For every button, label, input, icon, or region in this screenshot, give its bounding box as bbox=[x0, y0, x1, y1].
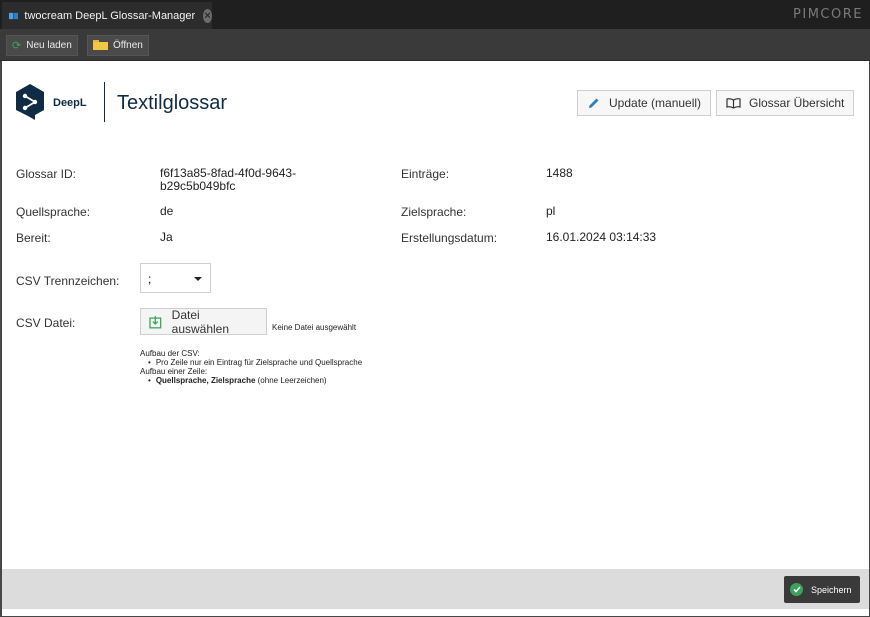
created-date-value: 16.01.2024 03:14:33 bbox=[546, 230, 657, 244]
ready-value: Ja bbox=[160, 230, 173, 244]
choose-file-label: Datei auswählen bbox=[171, 307, 230, 336]
source-language-label: Quellsprache: bbox=[16, 205, 91, 219]
pencil-icon bbox=[589, 98, 599, 108]
target-language-label: Zielsprache: bbox=[401, 205, 467, 219]
book-icon bbox=[9, 12, 19, 19]
upload-icon bbox=[149, 315, 162, 328]
glossary-overview-label: Glossar Übersicht bbox=[749, 96, 845, 110]
deepl-logo bbox=[16, 84, 44, 120]
csv-separator-select[interactable]: ; bbox=[140, 263, 211, 293]
deepl-wordmark: DeepL bbox=[53, 97, 87, 109]
toolbar: ⟳ Neu laden Öffnen bbox=[0, 29, 870, 61]
csv-help-item-2: Quellsprache, Zielsprache (ohne Leerzeic… bbox=[148, 376, 460, 385]
source-language-value: de bbox=[160, 204, 174, 218]
open-button[interactable]: Öffnen bbox=[87, 35, 149, 56]
save-button[interactable]: Speichern bbox=[784, 576, 860, 603]
content-frame bbox=[0, 61, 870, 617]
csv-help-text: Aufbau der CSV: Pro Zeile nur ein Eintra… bbox=[140, 349, 460, 385]
chevron-down-icon bbox=[194, 277, 202, 281]
glossary-id-value-line-2: b29c5b049bfc bbox=[160, 179, 236, 193]
csv-help-item-2-bold: Quellsprache, Zielsprache bbox=[155, 376, 256, 385]
folder-icon bbox=[93, 39, 108, 53]
created-date-label: Erstellungsdatum: bbox=[401, 231, 498, 245]
csv-row-help-list: Quellsprache, Zielsprache (ohne Leerzeic… bbox=[140, 376, 460, 385]
csv-help-subtitle: Aufbau einer Zeile: bbox=[140, 367, 208, 376]
refresh-icon: ⟳ bbox=[12, 40, 22, 52]
header-divider bbox=[104, 82, 105, 122]
csv-separator-value: ; bbox=[148, 272, 152, 286]
csv-help-item-1: Pro Zeile nur ein Eintrag für Zielsprach… bbox=[148, 358, 460, 367]
open-book-icon bbox=[726, 98, 741, 109]
reload-label: Neu laden bbox=[26, 40, 72, 51]
ready-label: Bereit: bbox=[16, 231, 51, 245]
save-label: Speichern bbox=[811, 584, 852, 595]
glossary-id-label: Glossar ID: bbox=[16, 167, 77, 181]
update-manual-button[interactable]: Update (manuell) bbox=[577, 90, 712, 116]
footer-bar bbox=[2, 569, 869, 609]
page-title: Textilglossar bbox=[117, 92, 228, 114]
check-icon bbox=[790, 583, 803, 596]
tab-bar: twocream DeepL Glossar-Manager × PIMCORE bbox=[0, 0, 870, 29]
csv-file-label: CSV Datei: bbox=[16, 316, 76, 330]
reload-button[interactable]: ⟳ Neu laden bbox=[6, 35, 78, 56]
no-file-selected-text: Keine Datei ausgewählt bbox=[272, 323, 357, 332]
tab-glossar-manager[interactable]: twocream DeepL Glossar-Manager × bbox=[2, 2, 212, 29]
target-language-value: pl bbox=[546, 204, 556, 218]
csv-help-item-2-rest: (ohne Leerzeichen) bbox=[255, 376, 327, 385]
open-label: Öffnen bbox=[113, 40, 143, 51]
glossary-overview-button[interactable]: Glossar Übersicht bbox=[716, 90, 855, 116]
pimcore-logo: PIMCORE bbox=[793, 7, 863, 22]
update-manual-label: Update (manuell) bbox=[609, 96, 702, 110]
csv-help-title: Aufbau der CSV: bbox=[140, 349, 200, 358]
tab-title: twocream DeepL Glossar-Manager bbox=[24, 9, 196, 22]
choose-file-button[interactable]: Datei auswählen bbox=[140, 307, 267, 336]
close-icon[interactable]: × bbox=[203, 8, 212, 23]
csv-help-list: Pro Zeile nur ein Eintrag für Zielsprach… bbox=[140, 358, 460, 367]
entries-label: Einträge: bbox=[401, 167, 450, 181]
csv-separator-label: CSV Trennzeichen: bbox=[16, 274, 120, 288]
glossary-id-value: f6f13a85-8fad-4f0d-9643- b29c5b049bfc bbox=[160, 167, 296, 193]
entries-value: 1488 bbox=[546, 166, 573, 180]
